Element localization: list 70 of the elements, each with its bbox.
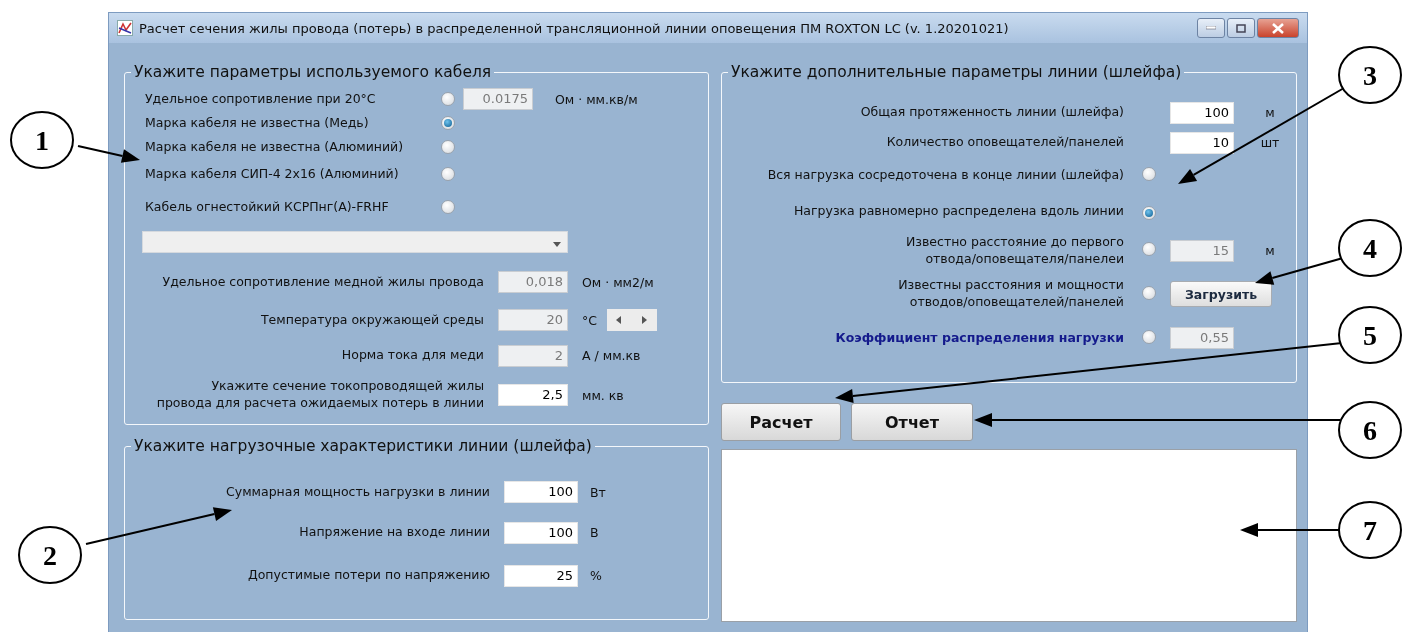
field-label: Суммарная мощность нагрузки в линии (225, 483, 490, 501)
field-label: Температура окружающей среды (260, 311, 484, 329)
option-label: Известно расстояние до первого отвода/оповещателя/панелеи (904, 233, 1124, 268)
field-label: Допустимые потери по напряжению (246, 567, 490, 584)
right-arrow-icon (640, 316, 649, 324)
maximize-icon (1236, 23, 1246, 33)
close-button[interactable] (1257, 18, 1299, 38)
option-label: Марка кабеля не известна (Алюминий) (145, 138, 405, 156)
radio-button[interactable] (441, 116, 455, 130)
unit-label: А / мм.кв (582, 348, 641, 363)
option-label: Удельное сопротивление при 20°С (145, 90, 377, 108)
left-arrow-icon (615, 316, 624, 324)
radio-button[interactable] (1142, 285, 1156, 300)
radio-button[interactable] (441, 140, 455, 154)
unit-label: Ом · мм2/м (582, 274, 654, 290)
window-title: Расчет сечения жилы провода (потерь) в распределенной трансляционной линии оповещения ПМ ROXTON LC (v. 1.20201021) (139, 20, 1010, 36)
option-label: Кабель огнестойкий КСРПнг(А)-FRHF (145, 198, 390, 216)
unit-label: °C (582, 312, 597, 328)
callout-badge: 3 (1338, 46, 1402, 104)
option-label: Вся нагрузка сосредоточена в конце линии (шлейфа) (766, 166, 1124, 184)
radio-button[interactable] (1142, 205, 1156, 220)
combo-box[interactable] (142, 231, 568, 253)
field-label: Общая протяженность линии (шлейфа) (859, 104, 1124, 121)
input-field[interactable]: 100 (1170, 101, 1234, 124)
option-label: Марка кабеля СИП-4 2х16 (Алюминий) (145, 165, 400, 183)
callout-arrow (77, 145, 140, 163)
action-button[interactable]: Отчет (851, 403, 973, 441)
callout-badge: 7 (1338, 501, 1402, 559)
option-label: Коэффициент распределения нагрузки (834, 329, 1124, 347)
load-button[interactable]: Загрузить (1170, 281, 1273, 307)
radio-button[interactable] (1142, 166, 1156, 181)
field-label: Норма тока для меди (340, 347, 484, 364)
field-label: Укажите сечение токопроводящей жилы провода для расчета ожидаемых потерь в линии (155, 378, 484, 412)
input-field[interactable]: 100 (504, 521, 578, 544)
group-title: Укажите параметры используемого кабеля (133, 63, 493, 81)
input-field[interactable]: 25 (504, 564, 578, 587)
callout-badge: 1 (10, 111, 74, 169)
dropdown-arrow-icon (553, 239, 561, 248)
callout-badge: 6 (1338, 401, 1402, 459)
callout-badge: 5 (1338, 306, 1402, 364)
field-label: Удельное сопротивление медной жилы провода (161, 273, 484, 291)
group-title: Укажите дополнительные параметры линии (шлейфа) (730, 63, 1183, 81)
action-button[interactable]: Расчет (721, 403, 841, 441)
input-field[interactable]: 100 (504, 481, 578, 503)
unit-label: Вт (590, 484, 607, 500)
unit-label: шт (1260, 135, 1281, 150)
callout-badge: 4 (1338, 219, 1402, 277)
unit-label: Ом · мм.кв/м (555, 91, 639, 107)
radio-button[interactable] (441, 167, 455, 181)
unit-label: м (1265, 105, 1276, 120)
option-label: Марка кабеля не известна (Медь) (145, 114, 370, 132)
radio-button[interactable] (441, 200, 455, 214)
unit-label: В (590, 525, 600, 540)
minimize-icon (1206, 26, 1216, 30)
spin-buttons[interactable] (607, 309, 657, 331)
minimize-button[interactable] (1197, 18, 1225, 38)
input-field[interactable]: 2,5 (498, 384, 568, 406)
callout-badge: 2 (18, 526, 82, 584)
option-label: Известны расстояния и мощности отводов/оповещателей/панелей (897, 277, 1124, 311)
option-label: Нагрузка равномерно распределена вдоль линии (792, 202, 1124, 220)
field-label: Количество оповещателей/панелей (885, 134, 1124, 151)
close-icon (1272, 22, 1284, 34)
app-icon (117, 20, 133, 36)
group-title: Укажите нагрузочные характеристики линии (шлейфа) (133, 437, 593, 455)
unit-label: % (590, 568, 603, 583)
unit-label: м (1265, 243, 1276, 258)
maximize-button[interactable] (1227, 18, 1255, 38)
field-label: Напряжение на входе линии (298, 524, 490, 541)
input-field[interactable]: 10 (1170, 131, 1234, 154)
unit-label: мм. кв (582, 387, 624, 403)
